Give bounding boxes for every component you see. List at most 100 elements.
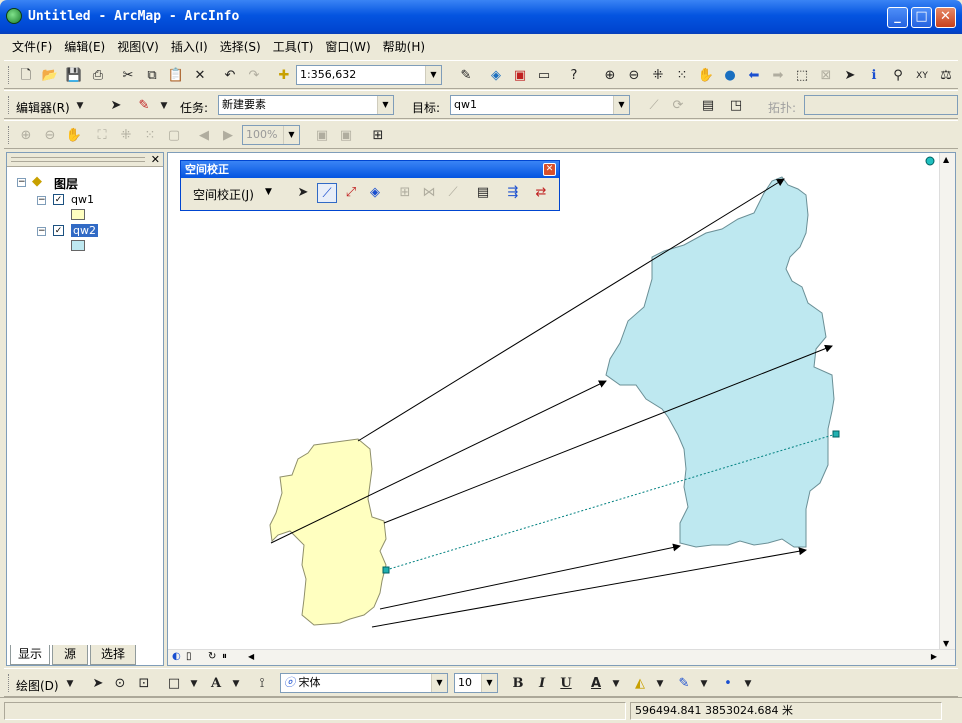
arccatalog-icon[interactable]: ◈ [486,66,506,86]
select-elements-arrow-icon[interactable]: ➤ [293,183,313,203]
layout-zoom-out-icon[interactable]: ⊖ [40,126,60,146]
menu-edit[interactable]: 编辑(E) [56,34,109,55]
new-document-icon[interactable]: 🗋 [16,66,36,86]
forward-extent-icon[interactable]: ➡ [768,66,788,86]
edit-vertices-icon[interactable]: ⟟ [252,674,272,694]
line-color-icon[interactable]: ✎ [674,674,694,694]
task-combo[interactable]: 新建要素 ▼ [218,95,394,115]
new-displacement-link-icon[interactable]: ⟋ [317,183,337,203]
collapse-icon[interactable]: − [37,227,46,236]
map-canvas[interactable] [168,153,940,650]
zoom-out-icon[interactable]: ⊖ [624,66,644,86]
map-horizontal-scrollbar[interactable]: ◐ ▯ ↻ ⏸ ◀ ▶ [168,649,955,665]
multi-displacement-links-icon[interactable]: ◈ [365,183,385,203]
save-icon[interactable]: 💾 [64,66,84,86]
paste-icon[interactable]: 📋 [166,66,186,86]
editor-menu[interactable]: 编辑器(R) [16,99,70,116]
chevron-down-icon[interactable]: ▼ [481,674,497,692]
menu-tools[interactable]: 工具(T) [265,34,318,55]
add-data-icon[interactable]: ✚ [274,66,294,86]
select-elements-icon[interactable]: ➤ [88,674,108,694]
refresh-icon[interactable]: ↻ [208,651,216,662]
scroll-right-icon[interactable]: ▶ [931,652,937,661]
menu-file[interactable]: 文件(F) [4,34,56,55]
layer-qw2-checkbox[interactable]: ✓ [53,225,64,236]
fixed-zoom-in-icon[interactable]: ⁜ [648,66,668,86]
font-color-chevron-down-icon[interactable]: ▼ [606,674,626,694]
text-tool-icon[interactable]: A [206,674,226,694]
fill-color-icon[interactable]: ◭ [630,674,650,694]
menu-help[interactable]: 帮助(H) [375,34,429,55]
whats-this-icon[interactable]: ? [564,66,584,86]
edge-match-icon[interactable]: ⇶ [503,183,523,203]
change-layout-icon[interactable]: ⊞ [368,126,388,146]
pan-hand-icon[interactable]: ✋ [696,66,716,86]
displacement-link-4[interactable] [379,543,681,610]
layer-qw1-label[interactable]: qw1 [71,193,94,206]
spatial-adjustment-close-icon[interactable]: ✕ [543,163,556,176]
layout-pan-icon[interactable]: ✋ [64,126,84,146]
undo-icon[interactable]: ↶ [220,66,240,86]
fixed-zoom-icon[interactable]: ⁜ [116,126,136,146]
menu-window[interactable]: 窗口(W) [317,34,374,55]
zoom-to-selected-icon[interactable]: ⊡ [134,674,154,694]
rectangle-icon[interactable]: □ [164,674,184,694]
collapse-icon[interactable]: − [37,196,46,205]
copy-icon[interactable]: ⧉ [142,66,162,86]
polygon-qw1[interactable] [269,438,387,626]
sketch-properties-icon[interactable]: ◳ [726,96,746,116]
minimize-button[interactable]: _ [887,7,908,28]
target-combo[interactable]: qw1 ▼ [450,95,630,115]
edit-tool-arrow-icon[interactable]: ➤ [106,96,126,116]
pause-drawing-icon[interactable]: ⏸ [222,651,227,662]
zoom-whole-page-icon[interactable]: ⛶ [92,126,112,146]
modify-link-icon[interactable]: ⤢ [341,183,361,203]
draw-chevron-down-icon[interactable]: ▼ [60,674,80,694]
chevron-down-icon[interactable]: ▼ [431,674,447,692]
view-link-table-icon[interactable]: ▤ [473,183,493,203]
new-identity-link-icon[interactable]: ⊞ [395,183,415,203]
text-chevron-down-icon[interactable]: ▼ [226,674,246,694]
menu-selection[interactable]: 选择(S) [212,34,265,55]
map-scale-combo[interactable]: 1:356,632 ▼ [296,65,442,85]
sketch-chevron-down-icon[interactable]: ▼ [154,96,174,116]
layout-view-icon[interactable]: ▯ [186,651,192,662]
clear-selection-icon[interactable]: ⊠ [816,66,836,86]
line-color-chevron-down-icon[interactable]: ▼ [694,674,714,694]
fill-color-chevron-down-icon[interactable]: ▼ [650,674,670,694]
editor-toolbar-icon[interactable]: ✎ [456,66,476,86]
fixed-zoom-out-icon[interactable]: ⁙ [672,66,692,86]
zoom-100-icon[interactable]: ▢ [164,126,184,146]
italic-button[interactable]: I [532,674,552,694]
link-from-handle[interactable] [382,566,390,574]
map-vertical-scrollbar[interactable]: ▲ ▼ [939,153,955,650]
arctoolbox-icon[interactable]: ▣ [510,66,530,86]
chevron-down-icon[interactable]: ▼ [425,66,441,84]
font-size-combo[interactable]: 10 ▼ [454,673,498,693]
link-to-handle[interactable] [832,430,840,438]
layout-zoom-in-icon[interactable]: ⊕ [16,126,36,146]
underline-button[interactable]: U [556,674,576,694]
attribute-transfer-icon[interactable]: ⇄ [531,183,551,203]
rectangle-chevron-down-icon[interactable]: ▼ [184,674,204,694]
zoom-in-icon[interactable]: ⊕ [600,66,620,86]
menu-view[interactable]: 视图(V) [109,34,163,55]
scroll-up-icon[interactable]: ▲ [943,155,949,164]
rotate-icon[interactable]: ⊙ [110,674,130,694]
draw-menu[interactable]: 绘图(D) [16,677,59,694]
measure-icon[interactable]: ⚖ [936,66,956,86]
layer-qw2-label[interactable]: qw2 [71,224,98,237]
redo-icon[interactable]: ↷ [244,66,264,86]
collapse-icon[interactable]: − [17,178,26,187]
layer-qw1-checkbox[interactable]: ✓ [53,194,64,205]
clear-limited-adjustment-area-icon[interactable]: ⟋ [443,183,463,203]
new-limited-adjustment-area-icon[interactable]: ⋈ [419,183,439,203]
split-tool-icon[interactable]: ⟋ [644,96,664,116]
chevron-down-icon[interactable]: ▼ [377,96,393,114]
spatial-adjustment-menu[interactable]: 空间校正(J) [193,186,254,203]
rotate-tool-icon[interactable]: ⟳ [668,96,688,116]
toggle-draft-icon[interactable]: ▣ [312,126,332,146]
select-elements-icon[interactable]: ➤ [840,66,860,86]
previous-extent-icon[interactable]: ◀ [194,126,214,146]
find-binoculars-icon[interactable]: ⚲ [888,66,908,86]
